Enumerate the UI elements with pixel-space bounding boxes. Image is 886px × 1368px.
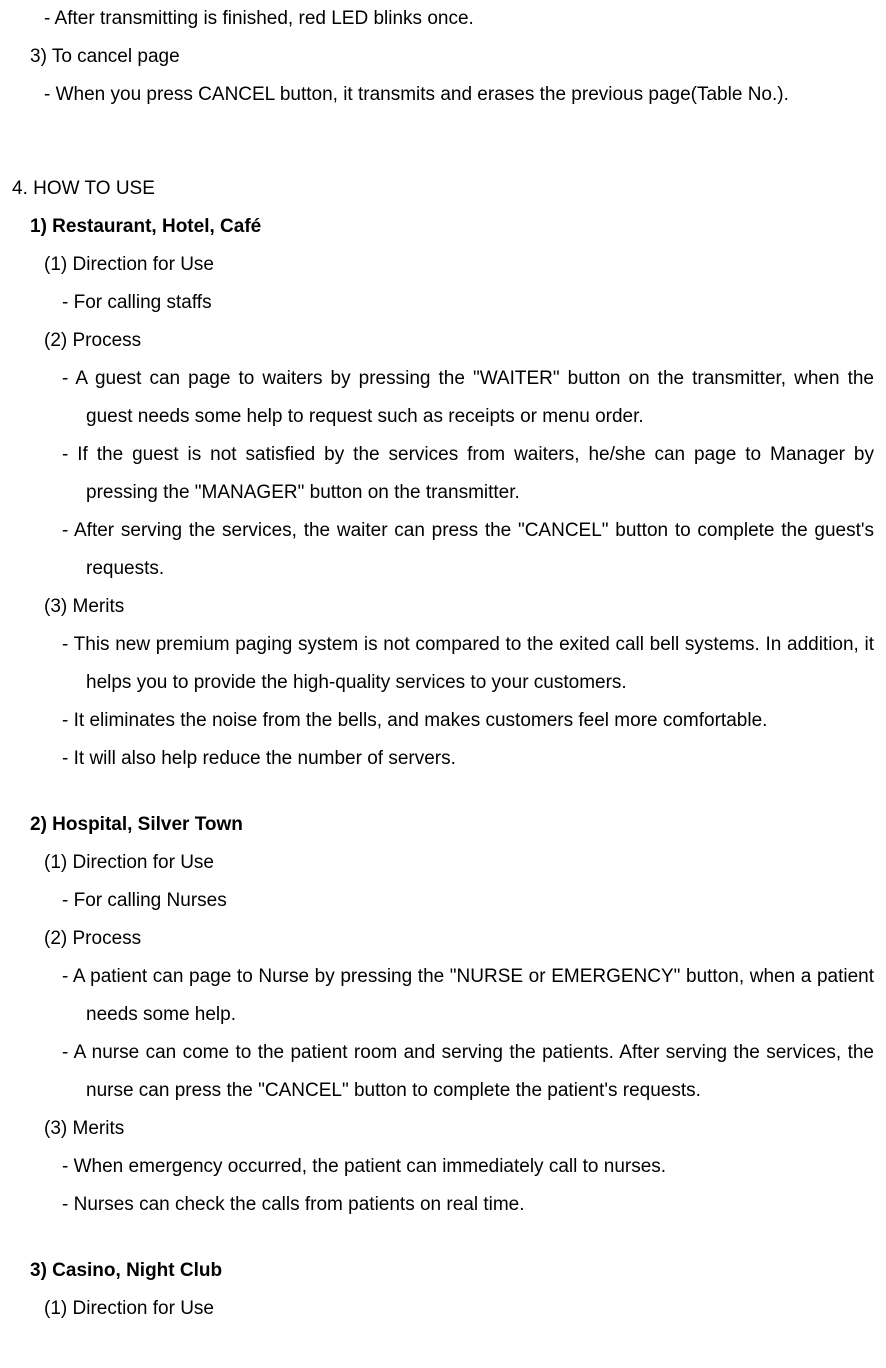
use2-merits-label: (3) Merits <box>12 1110 874 1148</box>
use1-process-item: - If the guest is not satisfied by the s… <box>12 436 874 512</box>
section-4-heading: 4. HOW TO USE <box>12 170 874 208</box>
use2-process-label: (2) Process <box>12 920 874 958</box>
use2-process-item: - A nurse can come to the patient room a… <box>12 1034 874 1110</box>
use1-direction-label: (1) Direction for Use <box>12 246 874 284</box>
use2-process-item: - A patient can page to Nurse by pressin… <box>12 958 874 1034</box>
use2-direction-item: - For calling Nurses <box>12 882 874 920</box>
use2-direction-label: (1) Direction for Use <box>12 844 874 882</box>
top-line-1: - After transmitting is finished, red LE… <box>12 0 874 38</box>
use1-title: 1) Restaurant, Hotel, Café <box>12 208 874 246</box>
use2-merits-item: - Nurses can check the calls from patien… <box>12 1186 874 1224</box>
top-line-3: - When you press CANCEL button, it trans… <box>12 76 874 114</box>
use1-process-item: - After serving the services, the waiter… <box>12 512 874 588</box>
use1-merits-label: (3) Merits <box>12 588 874 626</box>
use3-title: 3) Casino, Night Club <box>12 1252 874 1290</box>
top-line-2: 3) To cancel page <box>12 38 874 76</box>
use2-merits-item: - When emergency occurred, the patient c… <box>12 1148 874 1186</box>
use1-merits-item: - It will also help reduce the number of… <box>12 740 874 778</box>
use3-direction-label: (1) Direction for Use <box>12 1290 874 1328</box>
use1-merits-item: - It eliminates the noise from the bells… <box>12 702 874 740</box>
use1-process-item: - A guest can page to waiters by pressin… <box>12 360 874 436</box>
use1-merits-item: - This new premium paging system is not … <box>12 626 874 702</box>
use2-title: 2) Hospital, Silver Town <box>12 806 874 844</box>
use1-direction-item: - For calling staffs <box>12 284 874 322</box>
use1-process-label: (2) Process <box>12 322 874 360</box>
